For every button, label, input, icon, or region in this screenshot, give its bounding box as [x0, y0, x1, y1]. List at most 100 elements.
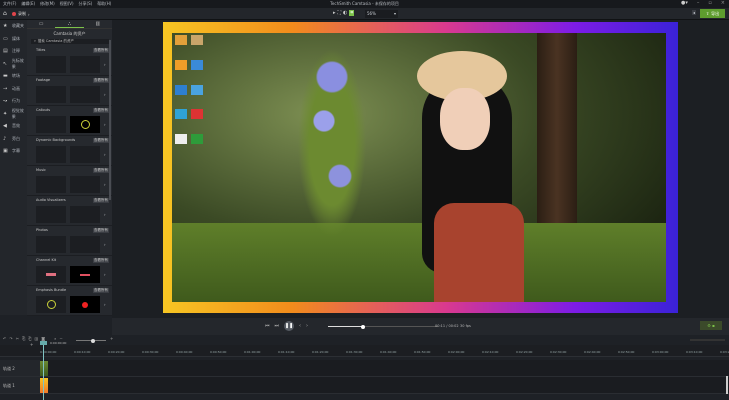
view-all-link[interactable]: 查看所有: [93, 138, 109, 143]
timeline-scroll[interactable]: [690, 339, 725, 341]
asset-thumbnail[interactable]: [70, 206, 100, 223]
asset-thumbnail[interactable]: [70, 236, 100, 253]
playhead[interactable]: [40, 341, 47, 400]
ruler-tick: 0:01:30;00: [346, 350, 363, 354]
next-icon[interactable]: ›: [306, 323, 308, 329]
copy-icon[interactable]: ⎘: [22, 336, 25, 341]
caption-icon: ▣: [3, 148, 8, 155]
asset-thumbnail[interactable]: [70, 86, 100, 103]
library-scrollbar[interactable]: [109, 40, 111, 200]
section-title: Audio Visualizers: [36, 198, 66, 202]
zoom-in-icon[interactable]: +: [110, 336, 113, 341]
prev-icon[interactable]: ‹: [299, 323, 301, 329]
properties-toggle-icon[interactable]: ◂: [692, 10, 697, 15]
nav-cursor-effects[interactable]: ↖ 光标效果: [0, 58, 27, 71]
nav-captions[interactable]: ▣ 字幕: [0, 145, 27, 158]
asset-thumbnail[interactable]: [70, 176, 100, 193]
chevron-right-icon[interactable]: ›: [104, 116, 106, 133]
playhead-handle[interactable]: [40, 341, 47, 345]
paste-icon[interactable]: ⎗: [28, 336, 31, 341]
desktop-icon: [175, 59, 187, 70]
chevron-right-icon[interactable]: ›: [104, 176, 106, 193]
fill-tool-icon[interactable]: ◐: [343, 10, 347, 16]
export-button[interactable]: ⇧ 导出: [700, 9, 725, 18]
zoom-select[interactable]: 56% ▾: [365, 10, 398, 18]
asset-thumbnail[interactable]: [36, 146, 66, 163]
nav-transitions[interactable]: ▬ 转场: [0, 70, 27, 83]
chevron-right-icon[interactable]: ›: [104, 236, 106, 253]
asset-thumbnail[interactable]: [70, 296, 100, 313]
split-icon[interactable]: ▥: [34, 336, 38, 341]
chevron-right-icon[interactable]: ›: [104, 296, 106, 313]
home-icon[interactable]: ⌂: [3, 10, 7, 17]
asset-thumbnail[interactable]: [36, 296, 66, 313]
tab-media-bin[interactable]: ▭: [27, 20, 55, 28]
asset-thumbnail[interactable]: [36, 56, 66, 73]
view-all-link[interactable]: 查看所有: [93, 168, 109, 173]
asset-thumbnail[interactable]: [36, 86, 66, 103]
properties-button[interactable]: ⚙ ▪: [700, 321, 722, 330]
nav-audio-effects[interactable]: ◀ 音效: [0, 120, 27, 133]
chevron-right-icon[interactable]: ›: [104, 86, 106, 103]
tab-collection[interactable]: ▥: [84, 20, 112, 28]
tab-library[interactable]: ⛬: [55, 20, 84, 28]
asset-thumbnail[interactable]: [36, 176, 66, 193]
asset-thumbnail[interactable]: [70, 266, 100, 283]
crop-tool-icon[interactable]: ⌗: [349, 10, 355, 16]
asset-thumbnail[interactable]: [70, 146, 100, 163]
chevron-right-icon[interactable]: ›: [104, 56, 106, 73]
view-all-link[interactable]: 查看所有: [93, 198, 109, 203]
view-all-link[interactable]: 查看所有: [93, 258, 109, 263]
grass: [172, 223, 666, 302]
pan-tool-icon[interactable]: ⛶: [338, 10, 342, 16]
asset-thumbnail[interactable]: [36, 236, 66, 253]
view-all-link[interactable]: 查看所有: [93, 108, 109, 113]
pause-button[interactable]: ❚❚: [284, 321, 295, 331]
clip-image[interactable]: [40, 361, 48, 376]
fps-display: 30 fps: [460, 324, 471, 328]
chevron-right-icon[interactable]: ›: [104, 206, 106, 223]
nav-animations[interactable]: → 动画: [0, 83, 27, 96]
library-section: Channel Kit 查看所有 ›: [27, 256, 112, 286]
chevron-right-icon[interactable]: ›: [104, 266, 106, 283]
cut-icon[interactable]: ✂: [16, 336, 19, 341]
scrubber-handle[interactable]: [361, 324, 366, 329]
audio-icon: ◀: [3, 123, 7, 130]
add-track-icon[interactable]: +: [30, 342, 33, 347]
view-all-link[interactable]: 查看所有: [93, 78, 109, 83]
redo-icon[interactable]: ↷: [9, 336, 12, 341]
nav-media[interactable]: ▭ 媒体: [0, 33, 27, 46]
asset-thumbnail[interactable]: [36, 206, 66, 223]
desktop-icon: [175, 35, 187, 45]
close-button[interactable]: ×: [721, 0, 725, 6]
nav-visual-effects[interactable]: ✦ 视觉效果: [0, 108, 27, 121]
nav-behaviors[interactable]: ↝ 行为: [0, 95, 27, 108]
ruler-tick: 0:01:50;00: [414, 350, 431, 354]
asset-thumbnail[interactable]: [70, 56, 100, 73]
zoom-slider-handle[interactable]: [91, 338, 95, 343]
account-icon[interactable]: ●▾: [681, 0, 688, 6]
nav-annotations[interactable]: ▤ 注释: [0, 45, 27, 58]
minimize-button[interactable]: –: [697, 0, 700, 6]
view-all-link[interactable]: 查看所有: [93, 48, 109, 53]
step-forward-icon[interactable]: ⏭: [275, 323, 280, 329]
step-back-icon[interactable]: ⏮: [265, 323, 270, 329]
view-all-link[interactable]: 查看所有: [93, 288, 109, 293]
asset-thumbnail[interactable]: [70, 116, 100, 133]
asset-thumbnail[interactable]: [36, 266, 66, 283]
clip-border[interactable]: [40, 378, 48, 393]
select-tool-icon[interactable]: ▸: [333, 10, 336, 16]
ruler-tick: 0:00:40;00: [176, 350, 193, 354]
view-all-link[interactable]: 查看所有: [93, 228, 109, 233]
record-button[interactable]: 录制 ›: [12, 10, 30, 18]
timeline-vscroll[interactable]: [726, 376, 728, 394]
timeline-zoom-slider[interactable]: [76, 338, 106, 343]
maximize-button[interactable]: ▫: [708, 0, 711, 6]
playback-scrubber[interactable]: [328, 324, 438, 329]
nav-voice-narration[interactable]: ♪ 旁白: [0, 133, 27, 146]
nav-favorites[interactable]: ★ 收藏夹: [0, 20, 27, 33]
undo-icon[interactable]: ↶: [3, 336, 6, 341]
asset-thumbnail[interactable]: [36, 116, 66, 133]
library-search[interactable]: ▿ 搜索 Camtasia 的资产: [31, 39, 109, 44]
chevron-right-icon[interactable]: ›: [104, 146, 106, 163]
